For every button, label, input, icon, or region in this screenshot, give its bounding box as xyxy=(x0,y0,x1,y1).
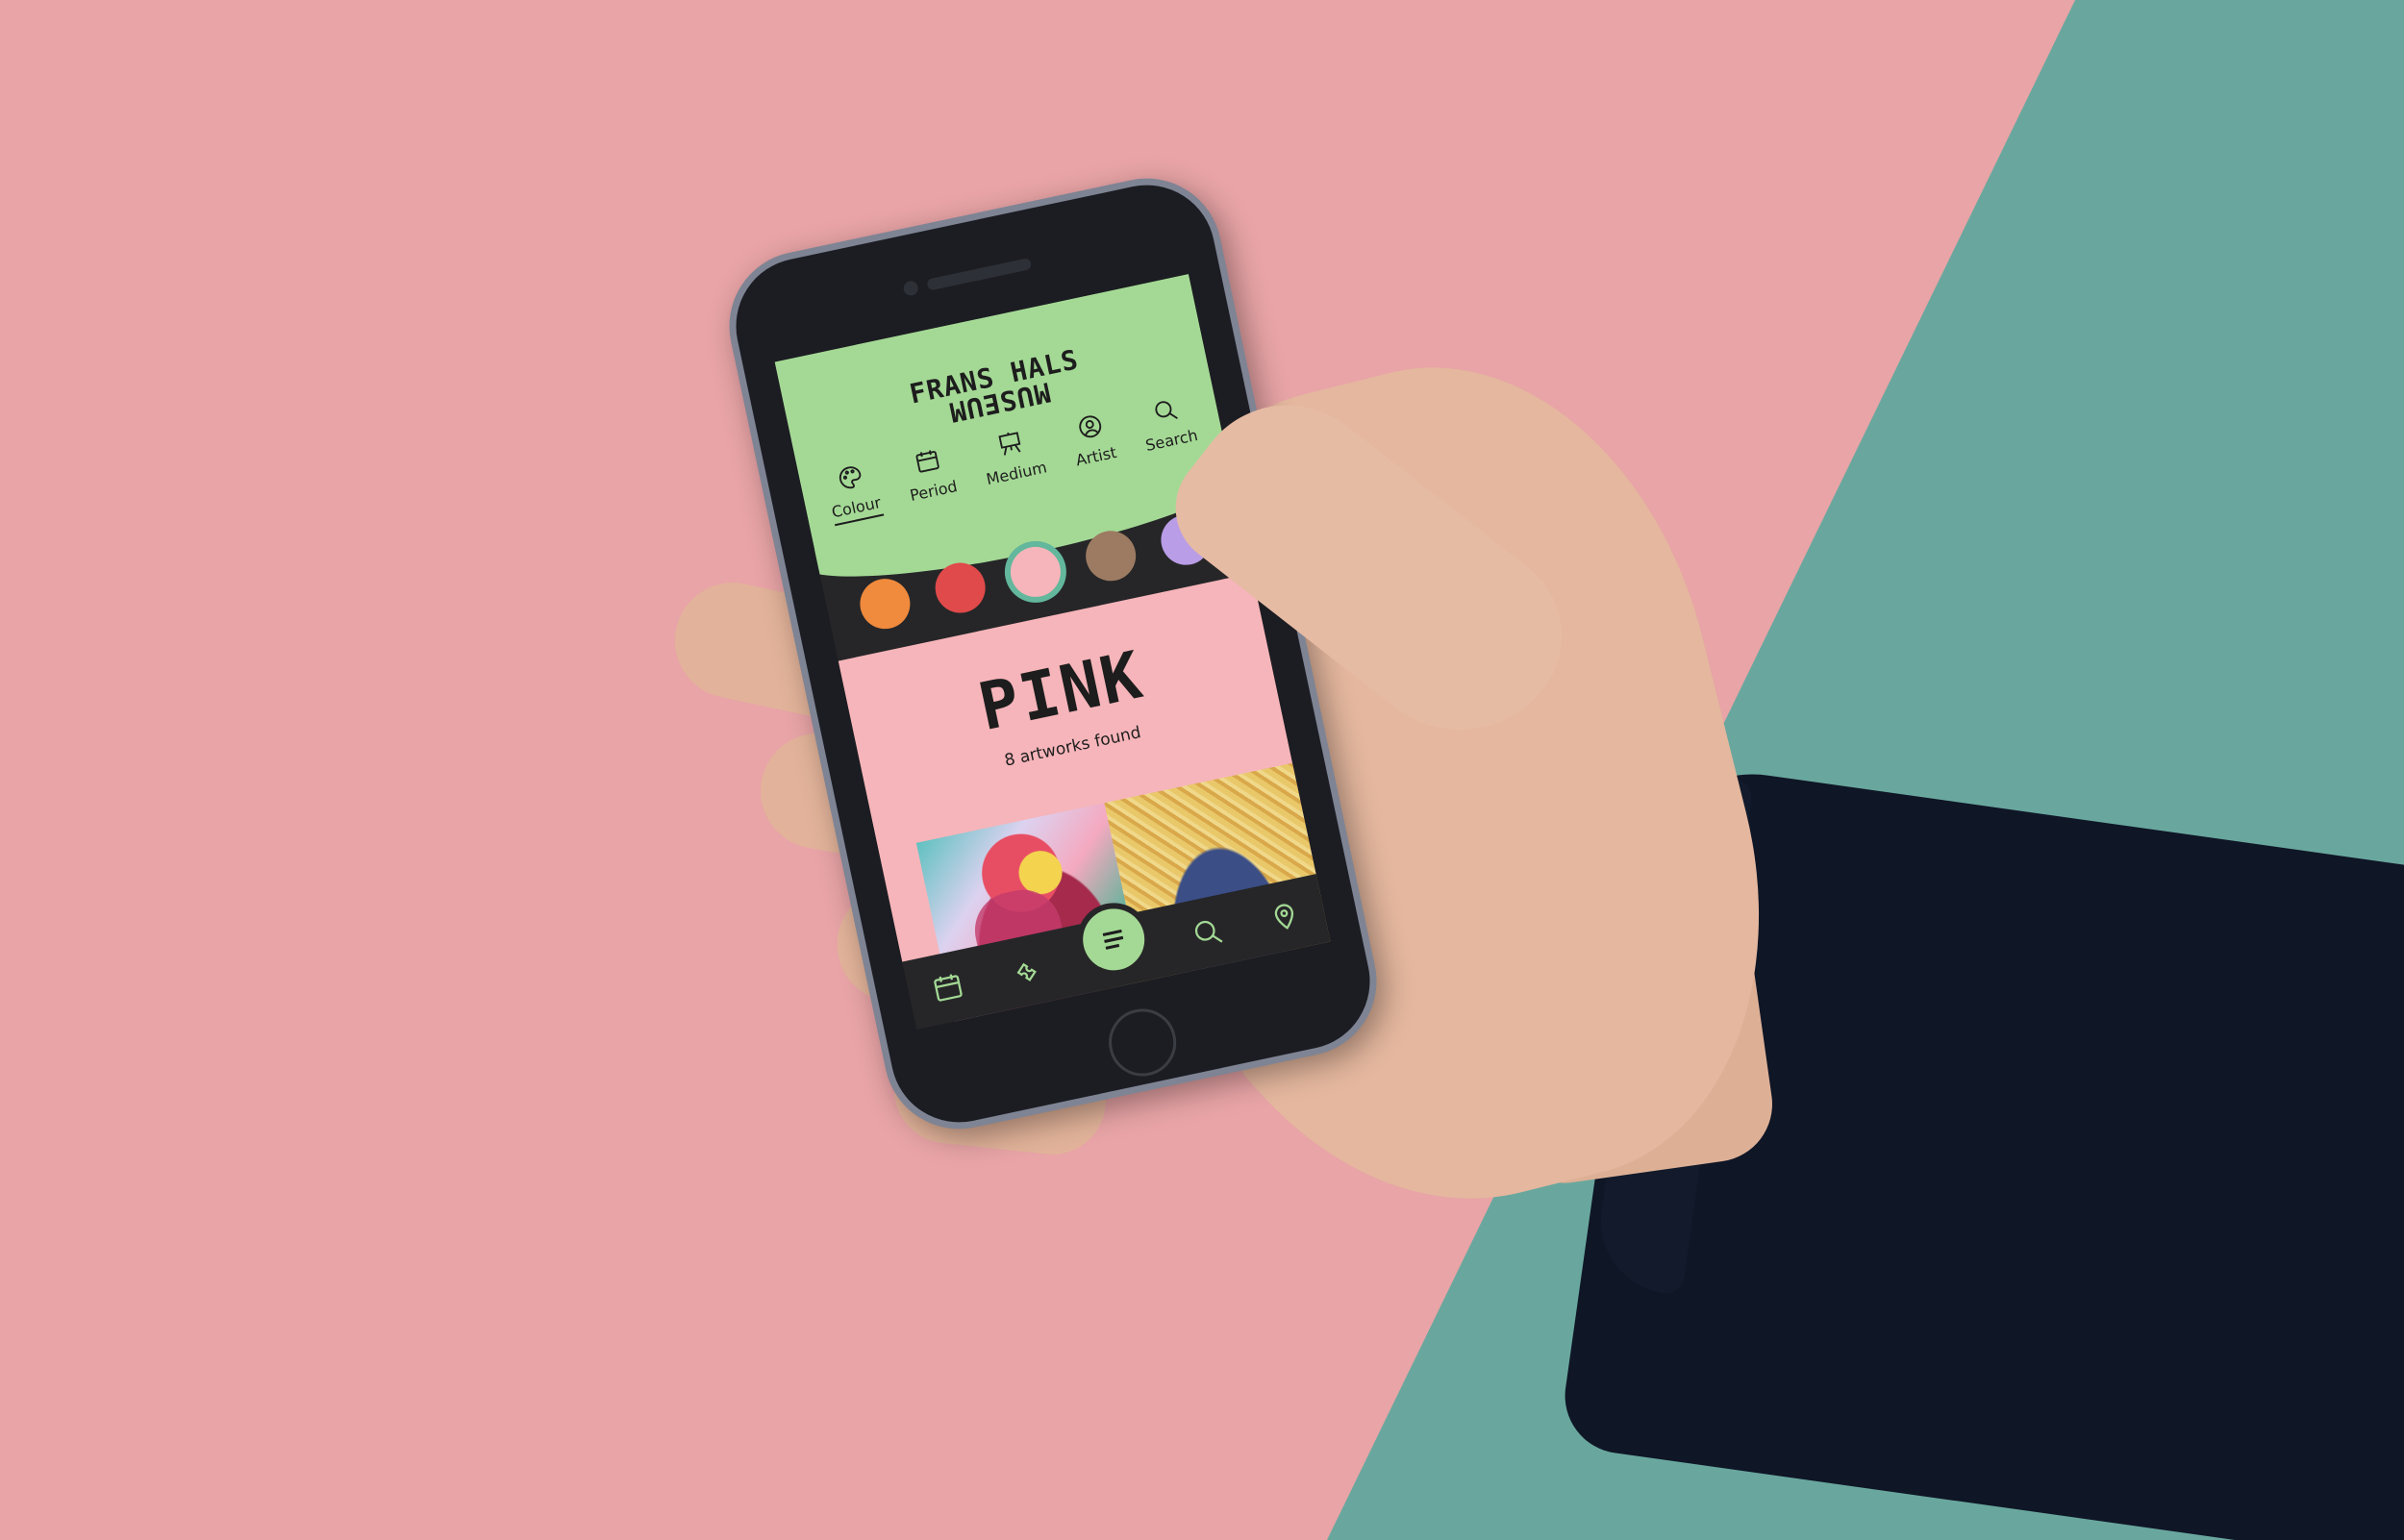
phone: FRANS HALS MUSEUM Colour Period Medium A… xyxy=(715,164,1390,1143)
swatch-brown[interactable] xyxy=(1081,526,1141,586)
tab-label-search: Search xyxy=(1143,425,1200,456)
calendar-icon xyxy=(915,450,939,473)
swatch-orange[interactable] xyxy=(855,574,915,634)
menu-icon xyxy=(1102,929,1124,950)
earpiece xyxy=(926,258,1033,291)
swatch-pink[interactable] xyxy=(1006,542,1065,602)
easel-icon xyxy=(998,432,1021,456)
home-button[interactable] xyxy=(1102,1002,1183,1082)
photo-scene: FRANS HALS MUSEUM Colour Period Medium A… xyxy=(0,0,2404,1540)
tab-artist[interactable]: Artist xyxy=(1067,410,1118,470)
tab-label-artist: Artist xyxy=(1074,442,1118,470)
swatch-red[interactable] xyxy=(930,558,990,618)
tab-medium[interactable]: Medium xyxy=(977,424,1048,488)
calendar-icon[interactable] xyxy=(929,968,967,1006)
tab-label-medium: Medium xyxy=(984,458,1049,489)
tab-label-period: Period xyxy=(908,477,960,506)
palette-icon xyxy=(839,466,861,489)
user-icon xyxy=(1078,415,1101,438)
search-icon[interactable] xyxy=(1189,913,1227,952)
tab-colour[interactable]: Colour xyxy=(823,460,884,527)
location-pin-icon[interactable] xyxy=(1265,897,1304,935)
ticket-icon[interactable] xyxy=(1006,952,1044,990)
tab-search[interactable]: Search xyxy=(1137,392,1199,455)
search-icon xyxy=(1155,401,1178,420)
tab-period[interactable]: Period xyxy=(901,443,959,505)
front-camera xyxy=(902,280,920,297)
tab-label-colour: Colour xyxy=(830,493,884,527)
